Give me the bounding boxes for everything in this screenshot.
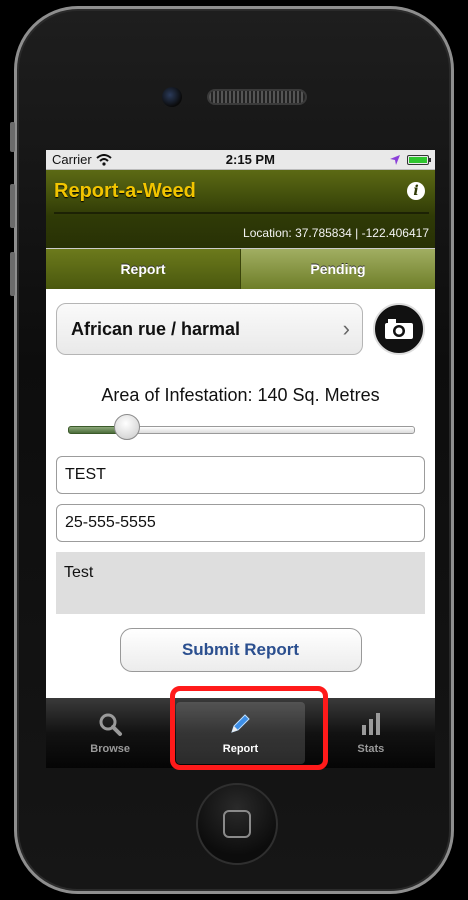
- home-square-icon: [223, 810, 251, 838]
- location-arrow-icon: [390, 154, 400, 165]
- home-button[interactable]: [196, 783, 278, 865]
- location-readout: Location: 37.785834 | -122.406417: [243, 226, 429, 240]
- phone-field[interactable]: 25-555-5555: [56, 504, 425, 542]
- tab-browse-label: Browse: [90, 743, 131, 755]
- species-picker[interactable]: African rue / harmal ›: [56, 303, 363, 355]
- wifi-icon: [96, 153, 112, 166]
- chevron-right-icon: ›: [342, 316, 350, 341]
- report-form: African rue / harmal › Area of Infestati…: [46, 289, 435, 672]
- camera-button[interactable]: [373, 303, 425, 355]
- tab-stats-label: Stats: [357, 743, 385, 755]
- segmented-control: Report Pending: [46, 248, 435, 289]
- carrier-label: Carrier: [52, 152, 92, 167]
- speaker-grille: [207, 89, 307, 105]
- app-title: Report-a-Weed: [54, 180, 196, 202]
- area-slider[interactable]: [56, 414, 425, 440]
- notes-field[interactable]: Test: [56, 552, 425, 614]
- segment-pending[interactable]: Pending: [241, 249, 435, 289]
- slider-fill: [68, 426, 118, 434]
- submit-report-button[interactable]: Submit Report: [119, 628, 362, 672]
- status-bar: Carrier 2:15 PM: [46, 150, 435, 170]
- header-divider: [54, 212, 429, 214]
- volume-down-button[interactable]: [10, 252, 15, 296]
- app-screen: Carrier 2:15 PM Report-a-Weed i Location…: [46, 150, 435, 768]
- segment-report[interactable]: Report: [46, 249, 241, 289]
- volume-up-button[interactable]: [10, 184, 15, 228]
- app-header: Report-a-Weed i Location: 37.785834 | -1…: [46, 170, 435, 248]
- highlight-box: [170, 686, 328, 770]
- camera-icon: [385, 319, 413, 339]
- species-label: African rue / harmal: [71, 318, 241, 339]
- info-icon[interactable]: i: [407, 182, 425, 200]
- clock: 2:15 PM: [225, 152, 275, 167]
- name-field[interactable]: TEST: [56, 456, 425, 494]
- magnifier-icon: [99, 713, 123, 736]
- front-camera-icon: [162, 87, 182, 107]
- bar-chart-icon: [361, 713, 380, 735]
- area-label: Area of Infestation: 140 Sq. Metres: [101, 385, 380, 405]
- slider-thumb[interactable]: [114, 414, 140, 440]
- tab-browse[interactable]: Browse: [46, 698, 174, 768]
- battery-icon: [407, 154, 431, 165]
- mute-switch[interactable]: [10, 122, 15, 152]
